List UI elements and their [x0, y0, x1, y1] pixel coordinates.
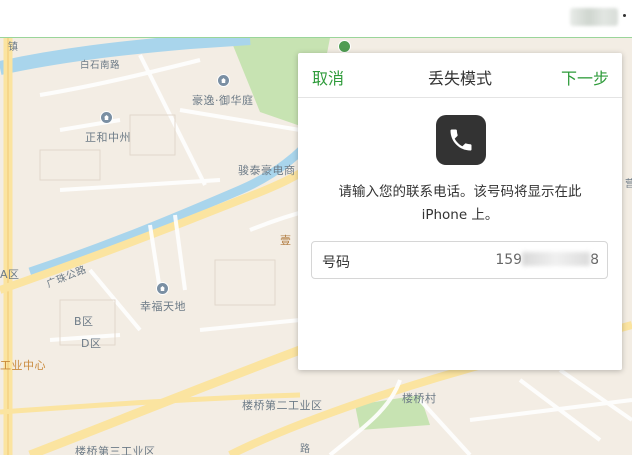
poi-home-icon[interactable] — [217, 74, 230, 87]
poi-home-icon[interactable] — [156, 282, 169, 295]
road-label: 白石南路 — [80, 60, 121, 71]
area-label: A区 — [0, 268, 20, 281]
phone-number-redacted — [522, 252, 591, 266]
phone-number-value[interactable]: 159 8 — [495, 252, 599, 268]
area-label: D区 — [81, 337, 102, 350]
poi-label: 豪逸·御华庭 — [192, 94, 254, 107]
contact-prompt: 请输入您的联系电话。该号码将显示在此 iPhone 上。 — [338, 184, 582, 223]
lost-mode-dialog: 取消 丢失模式 下一步 请输入您的联系电话。该号码将显示在此 iPhone 上。… — [298, 53, 622, 370]
phone-number-prefix: 159 — [495, 252, 523, 268]
area-label: 营 — [625, 179, 632, 190]
dialog-header: 取消 丢失模式 下一步 — [298, 53, 622, 98]
phone-icon — [436, 115, 486, 165]
area-label: 镇 — [8, 42, 19, 53]
area-label: B区 — [74, 315, 94, 328]
menu-dot-icon[interactable] — [623, 14, 626, 17]
phone-number-field[interactable]: 号码 159 8 — [311, 241, 608, 279]
next-button[interactable]: 下一步 — [561, 65, 609, 89]
phone-number-label: 号码 — [322, 255, 350, 271]
poi-label: 壹 — [280, 234, 292, 247]
park-icon[interactable] — [338, 40, 351, 53]
poi-home-icon[interactable] — [100, 111, 113, 124]
poi-label: 幸福天地 — [140, 300, 186, 313]
user-name-redacted[interactable] — [570, 8, 618, 26]
poi-label: 骏泰豪电商 — [238, 164, 296, 177]
road-label: 路 — [300, 444, 311, 455]
phone-number-suffix: 8 — [590, 252, 599, 268]
area-label: 工业中心 — [0, 359, 46, 372]
poi-label: 正和中州 — [85, 131, 131, 144]
area-label: 楼桥第二工业区 — [242, 399, 323, 412]
area-label: 楼桥村 — [402, 392, 437, 405]
area-label: 楼桥第三工业区 — [75, 445, 156, 455]
top-bar — [0, 0, 632, 38]
